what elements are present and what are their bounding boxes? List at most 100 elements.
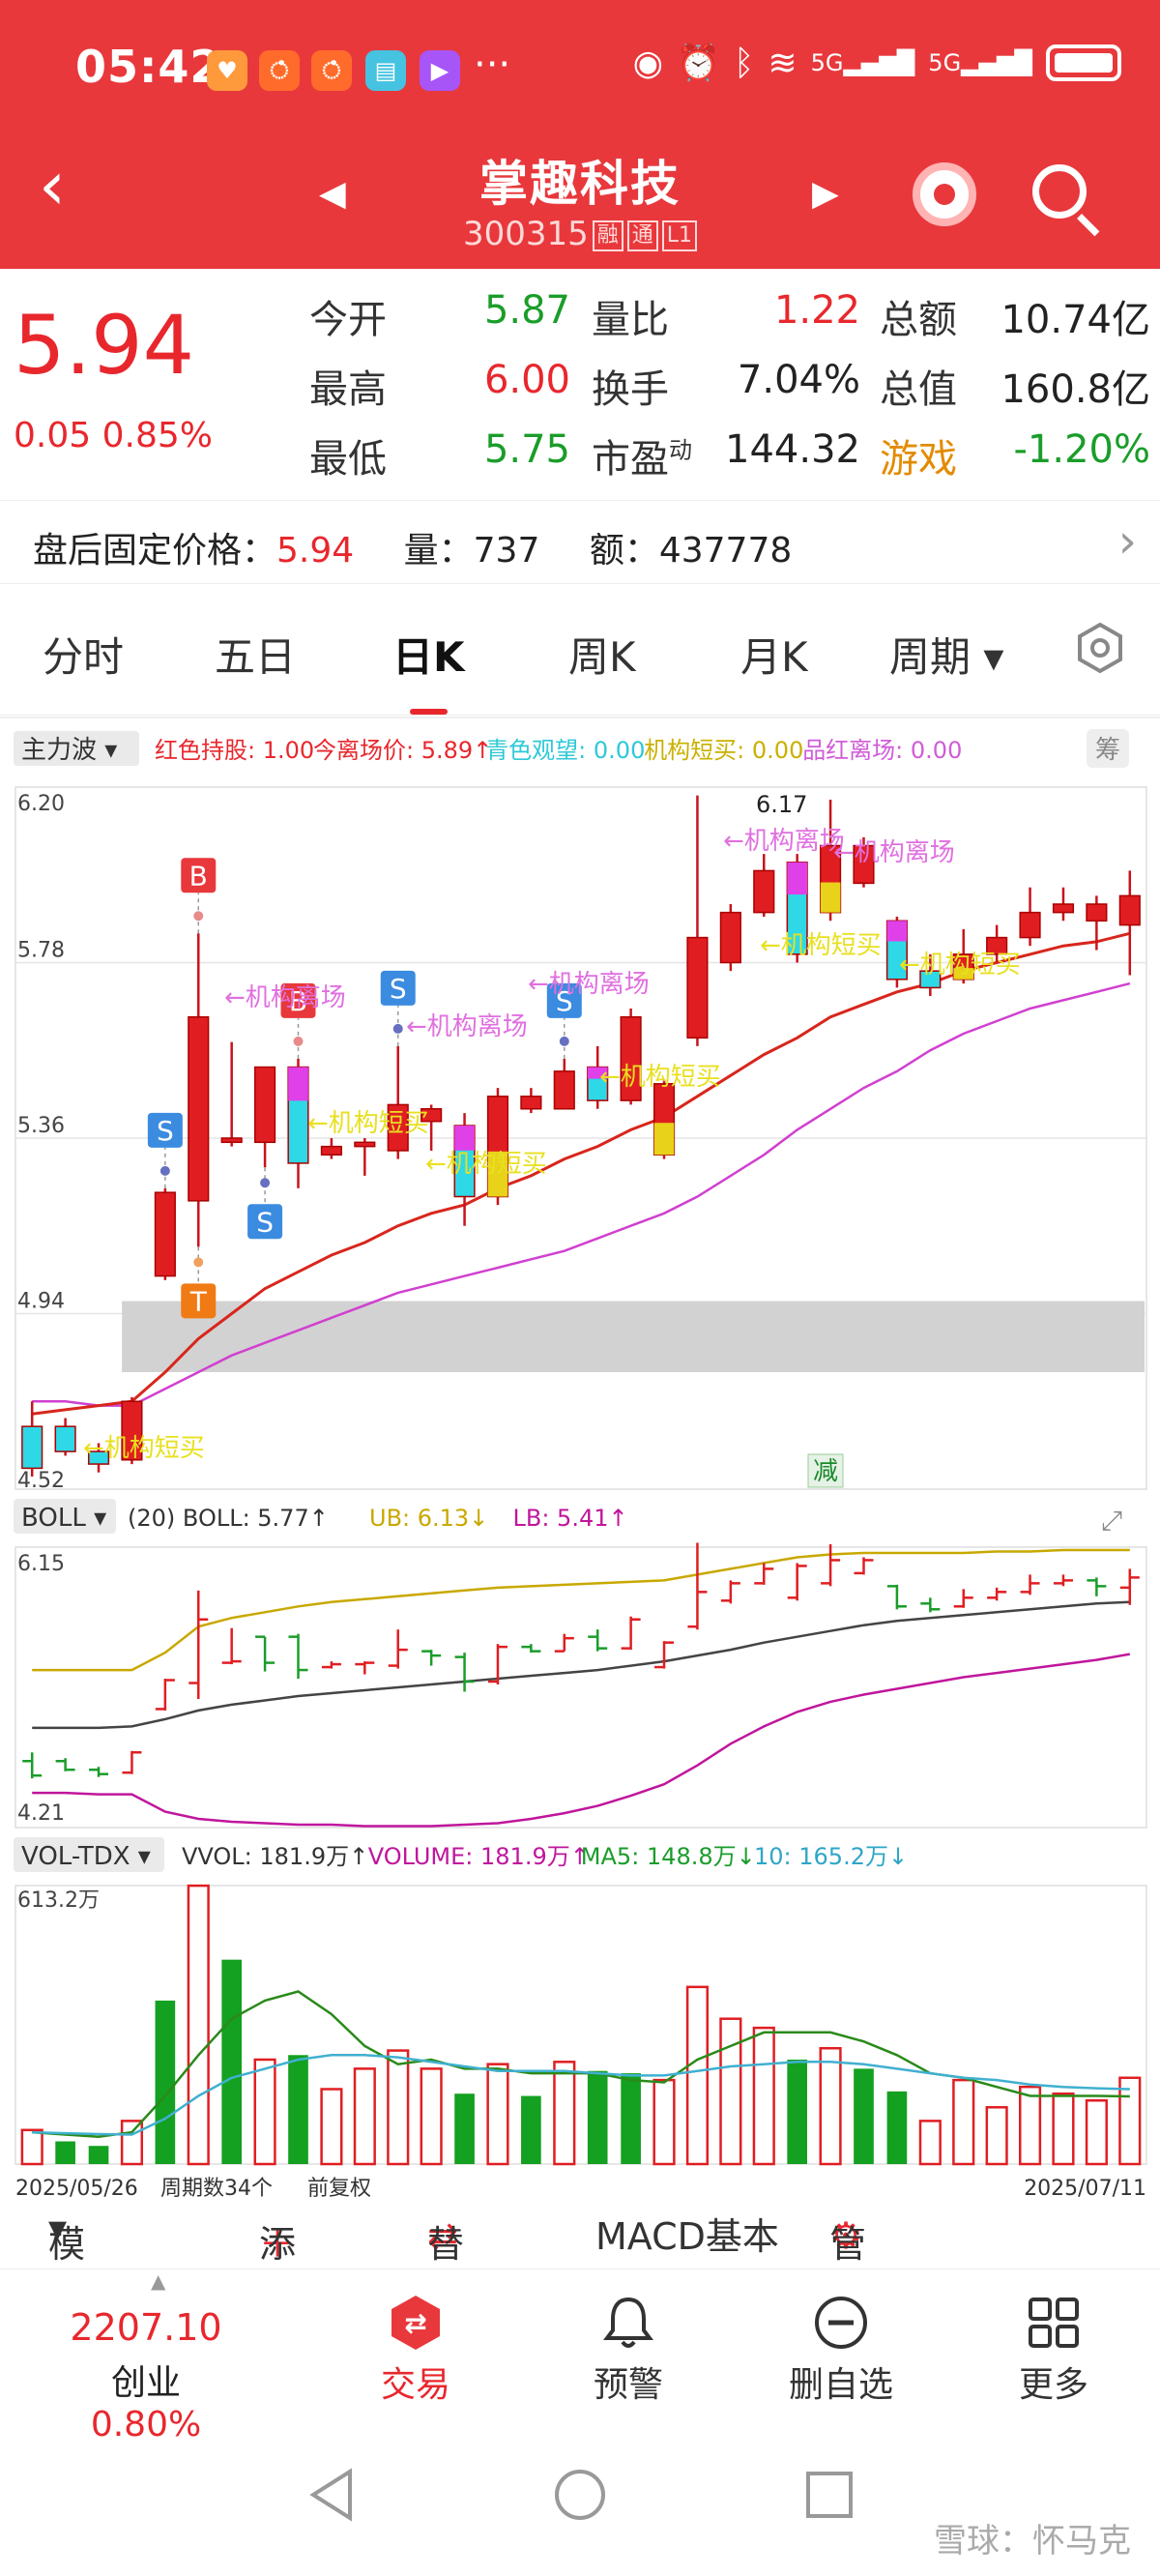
- quote-label: 总值: [880, 367, 957, 412]
- volume-bar: [521, 2095, 541, 2164]
- nav-trade[interactable]: ⇄ 交易: [338, 2289, 493, 2407]
- vol-ma5-line: [32, 1990, 1130, 2139]
- candle-body: [188, 1015, 210, 1202]
- indicator-menubar: 模板 ▾ ＋添加 ⇄替换 MACD基本 ⚙管理: [48, 2207, 867, 2319]
- marker-t: T: [189, 1285, 208, 1317]
- candle-body: [354, 1141, 376, 1148]
- volume-bar: [221, 1959, 242, 2164]
- next-stock-button[interactable]: ▶: [812, 174, 839, 214]
- stock-name: 掌趣科技: [479, 156, 681, 212]
- volume-bar: [454, 2093, 475, 2164]
- back-triangle-icon[interactable]: [307, 2468, 356, 2522]
- volume-bar: [1018, 2085, 1042, 2166]
- candle-body: [1086, 903, 1108, 922]
- after-hours-row[interactable]: 盘后固定价格：5.94 量：737 额：437778 ›: [0, 501, 1160, 584]
- home-circle-icon[interactable]: [553, 2468, 607, 2522]
- caret-up-icon: ▲: [151, 2269, 166, 2293]
- marker-dot: [559, 1036, 569, 1046]
- battery-icon: [1046, 44, 1121, 81]
- quote-value: 5.87: [483, 288, 570, 333]
- peak-label: 6.17: [756, 791, 807, 818]
- price-adjust: 前复权: [307, 2177, 371, 2199]
- tag-margin: 融: [592, 220, 624, 251]
- annotation: ←机构短买: [899, 951, 1021, 980]
- annotation: ←机构短买: [599, 1063, 721, 1092]
- quote-label: 最高: [309, 367, 387, 412]
- y-tick-label: 4.52: [17, 1469, 65, 1493]
- candle-body: [686, 936, 709, 1039]
- search-icon[interactable]: [1032, 164, 1087, 219]
- last-price: 5.94: [14, 298, 195, 393]
- video-app-icon: ▶: [420, 50, 460, 91]
- signal-5g-icon: 5G▂▄▆█: [810, 49, 915, 76]
- quote-label: 总额: [880, 298, 957, 342]
- candle-body: [1118, 894, 1141, 926]
- more-notifications-icon: ···: [474, 43, 511, 87]
- indicator-value: 青色观望: 0.00: [485, 737, 645, 764]
- svg-text:⇄: ⇄: [404, 2307, 426, 2339]
- minus-circle-icon: [815, 2297, 867, 2349]
- volume-bar: [752, 2026, 775, 2166]
- chip-badge: 筹: [1095, 736, 1120, 765]
- tab-intraday[interactable]: 分时: [43, 625, 124, 684]
- candle-body: [220, 1137, 243, 1144]
- tab-weekly-k[interactable]: 周K: [568, 625, 636, 684]
- bluetooth-icon: ᛒ: [733, 43, 755, 83]
- quote-row: 今开 5.87 量比 1.22 总额 10.74亿: [309, 288, 1150, 346]
- candle-body: [553, 1070, 575, 1110]
- recents-square-icon[interactable]: [804, 2470, 855, 2520]
- top-bar: 05:42 ♥ ഀ ഀ ▤ ▶ ··· ◉ ⏰ ᛒ ≋ 5G▂▄▆█ 5G▂▄▆…: [0, 0, 1160, 269]
- candle-body: [753, 869, 775, 914]
- macd-basic-button[interactable]: MACD基本: [595, 2207, 779, 2260]
- nav-more[interactable]: 更多: [976, 2289, 1131, 2407]
- index-name: 创业: [110, 2363, 181, 2403]
- candle-body-bottom: [653, 1123, 675, 1156]
- quote-value: 10.74亿: [1000, 298, 1150, 342]
- y-tick-label: 5.36: [17, 1114, 65, 1138]
- tab-five-day[interactable]: 五日: [215, 625, 296, 684]
- price-change: 0.05 0.85%: [14, 416, 213, 455]
- template-button[interactable]: 模板 ▾: [48, 2207, 85, 2319]
- quote-label: 游戏: [880, 437, 957, 482]
- marker-b: B: [189, 860, 208, 892]
- marker-s: S: [256, 1206, 274, 1238]
- tab-daily-k[interactable]: 日K: [392, 625, 465, 715]
- marker-dot: [193, 911, 204, 922]
- index-ticker[interactable]: ▲ 2207.10 创业 0.80%: [54, 2269, 238, 2444]
- candle-body: [21, 1425, 44, 1470]
- indicator-value: VVOL: 181.9万↑: [182, 1843, 368, 1870]
- annotation: ←机构离场: [224, 983, 346, 1012]
- kline-chart[interactable]: 主力波 ▾ 红色持股: 1.00今离场价: 5.89↑青色观望: 0.00机构短买…: [0, 716, 1160, 2199]
- settings-hexagon-icon[interactable]: [1073, 621, 1127, 675]
- volume-bar: [88, 2146, 109, 2164]
- annotation: ←机构短买: [83, 1434, 205, 1463]
- nav-remove-watchlist[interactable]: 删自选: [764, 2289, 918, 2407]
- indicator-value: 红色持股: 1.00: [155, 737, 314, 764]
- volume-bar: [553, 2061, 576, 2166]
- candle-body-bottom: [820, 882, 841, 913]
- y-tick-label: 6.15: [17, 1552, 65, 1576]
- y-tick-label: 4.21: [17, 1801, 65, 1826]
- stock-code-row: 300315 融通 L1: [0, 215, 1160, 253]
- volume-bar: [20, 2128, 44, 2166]
- indicator-value: LB: 5.41↑: [513, 1505, 628, 1532]
- candle-body-top: [288, 1067, 308, 1101]
- nav-alert[interactable]: 预警: [551, 2289, 706, 2407]
- marker-s: S: [390, 973, 407, 1005]
- tab-monthly-k[interactable]: 月K: [740, 625, 808, 684]
- y-tick-label: 5.78: [17, 939, 65, 963]
- volume-bar: [288, 2055, 308, 2164]
- system-icons: ◉ ⏰ ᛒ ≋ 5G▂▄▆█ 5G▂▄▆█: [633, 43, 1121, 83]
- candle-body: [254, 1066, 276, 1144]
- volume-bar: [486, 2063, 509, 2166]
- after-hours-amt-label: 额：: [589, 531, 659, 571]
- app-icon: ഀ: [259, 50, 300, 91]
- assistant-robot-icon[interactable]: [913, 162, 976, 226]
- volume-bar: [886, 2091, 908, 2164]
- tab-period[interactable]: 周期 ▾: [889, 625, 1003, 684]
- marker-dot: [193, 1257, 204, 1268]
- bottom-nav: ▲ 2207.10 创业 0.80% ⇄ 交易 预警 删自选 更多: [0, 2269, 1160, 2444]
- status-bar: 05:42 ♥ ഀ ഀ ▤ ▶ ··· ◉ ⏰ ᛒ ≋ 5G▂▄▆█ 5G▂▄▆…: [0, 0, 1160, 145]
- indicator-value: 品红离场: 0.00: [802, 737, 962, 764]
- quote-value: 6.00: [483, 358, 570, 402]
